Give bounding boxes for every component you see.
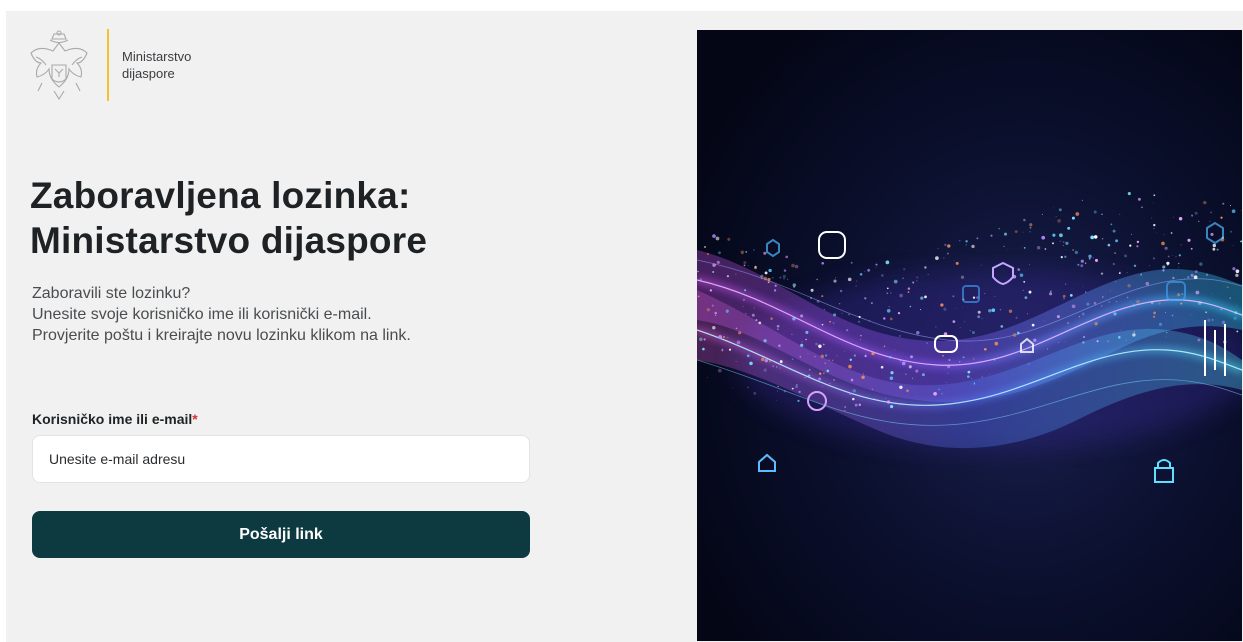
page-title-line2: Ministarstvo dijaspore	[30, 220, 428, 261]
instructions: Zaboravili ste lozinku? Unesite svoje ko…	[32, 283, 652, 346]
email-input[interactable]	[32, 435, 530, 483]
ministry-name-line2: dijaspore	[122, 66, 175, 81]
required-mark: *	[192, 411, 198, 427]
email-field-label: Korisničko ime ili e-mail*	[32, 411, 198, 427]
page-title-line1: Zaboravljena lozinka:	[30, 175, 411, 216]
instructions-line3: Provjerite poštu i kreirajte novu lozink…	[32, 327, 411, 344]
ministry-name-line1: Ministarstvo	[122, 49, 192, 64]
send-link-button[interactable]: Pošalji link	[32, 511, 530, 558]
instructions-line1: Zaboravili ste lozinku?	[32, 285, 191, 302]
email-field-label-text: Korisničko ime ili e-mail	[32, 411, 193, 427]
login-panel: Ministarstvo dijaspore Zaboravljena lozi…	[6, 11, 696, 642]
ministry-name: Ministarstvo dijaspore	[122, 48, 191, 82]
ministry-logo[interactable]: Ministarstvo dijaspore	[28, 29, 191, 101]
coat-of-arms-icon	[30, 30, 88, 101]
network-wave-illustration	[697, 30, 1242, 641]
hero-image	[697, 30, 1242, 641]
logo-divider	[107, 29, 109, 101]
page-title: Zaboravljena lozinka: Ministarstvo dijas…	[30, 173, 650, 263]
page-frame: Ministarstvo dijaspore Zaboravljena lozi…	[6, 11, 1243, 642]
instructions-line2: Unesite svoje korisničko ime ili korisni…	[32, 306, 372, 323]
